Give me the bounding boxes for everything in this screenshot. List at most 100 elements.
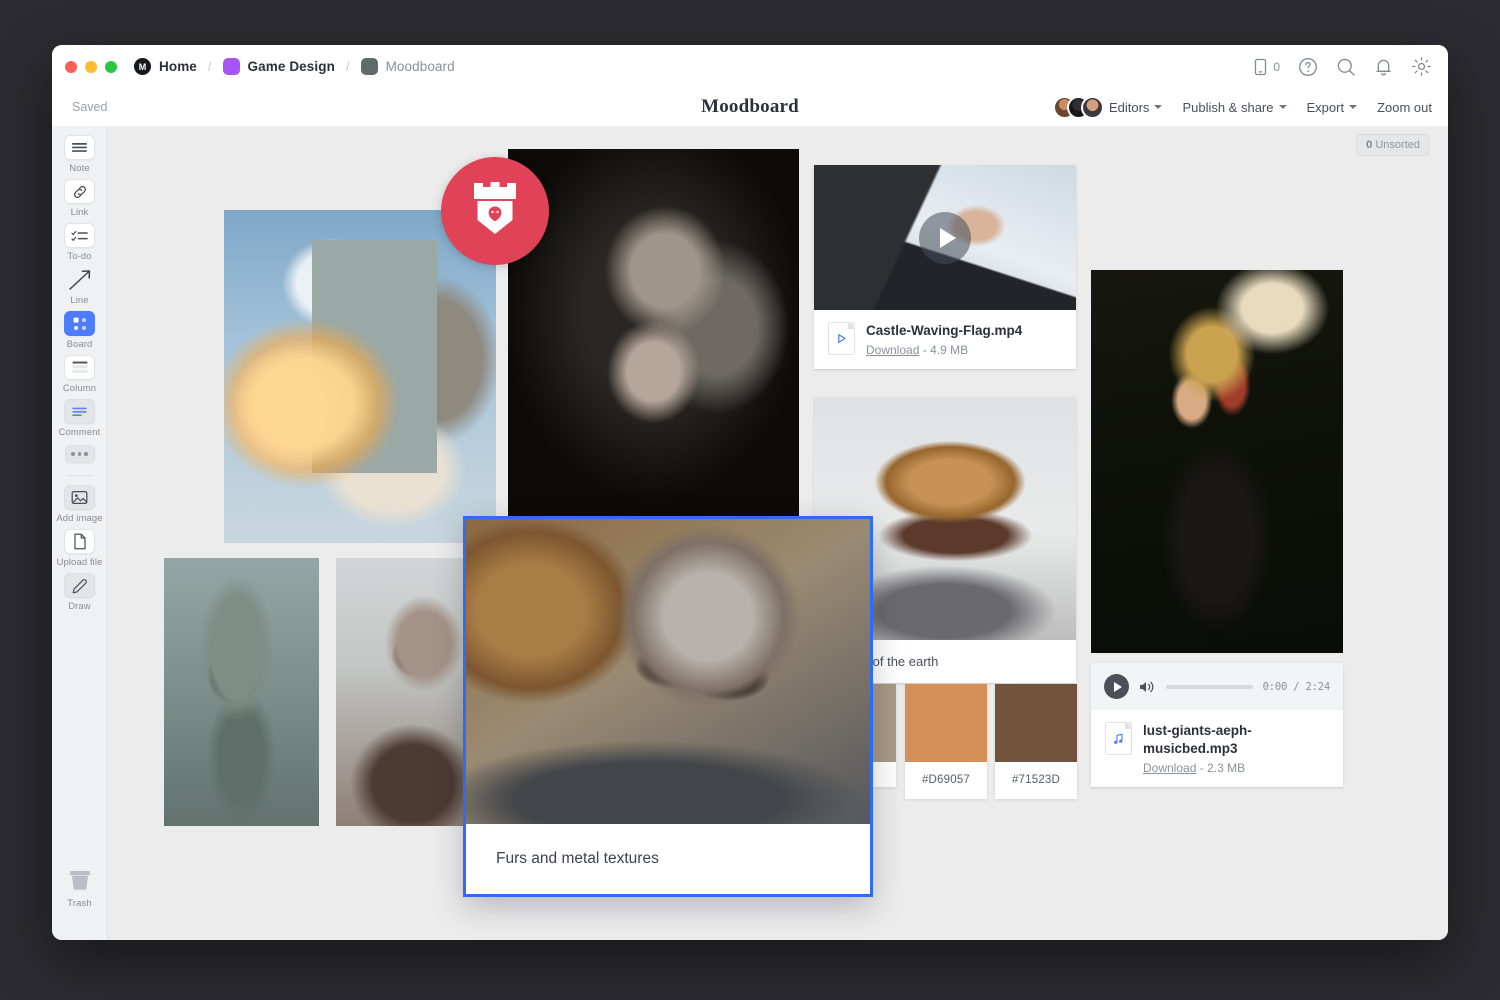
sidebar-item-comment[interactable]: Comment — [56, 399, 104, 438]
sidebar-item-upload-file[interactable]: Upload file — [56, 529, 104, 568]
avatar[interactable] — [1081, 96, 1104, 119]
board-card-warrior-woman-image[interactable] — [1091, 270, 1343, 653]
audio-play-button[interactable] — [1104, 674, 1129, 699]
zoom-out-button[interactable]: Zoom out — [1377, 100, 1432, 115]
tool-sidebar: Note Link — [52, 126, 108, 940]
slate-board-icon — [361, 58, 378, 75]
title-bar: M Home / Game Design / Moodboard 0 — [52, 45, 1448, 88]
app-window: M Home / Game Design / Moodboard 0 — [52, 45, 1448, 940]
publish-share-label: Publish & share — [1182, 100, 1273, 115]
sidebar-label-note: Note — [69, 163, 89, 174]
volume-icon[interactable] — [1139, 680, 1156, 694]
audio-time-label: 0:00 / 2:24 — [1263, 681, 1330, 693]
board-card-dragon-image[interactable] — [224, 210, 496, 543]
board-card-video[interactable]: Castle-Waving-Flag.mp4 Download - 4.9 MB — [814, 165, 1076, 369]
zoom-out-label: Zoom out — [1377, 100, 1432, 115]
sidebar-label-comment: Comment — [59, 427, 101, 438]
editor-avatars[interactable] — [1053, 96, 1095, 119]
sidebar-item-board[interactable]: Board — [56, 311, 104, 350]
board-card-blacksmith-image[interactable] — [508, 149, 799, 554]
chevron-down-icon — [1279, 105, 1287, 109]
video-file-size: 4.9 MB — [930, 343, 968, 357]
mobile-device-button[interactable]: 0 — [1253, 58, 1280, 76]
sidebar-item-column[interactable]: Column — [56, 355, 104, 394]
board-canvas[interactable]: 0 Unsorted — [108, 126, 1448, 940]
swatch-hex-3: #71523D — [995, 762, 1077, 799]
maximize-window-button[interactable] — [105, 61, 117, 73]
selected-card-image[interactable] — [466, 519, 870, 824]
swatch-hex-2: #D69057 — [905, 762, 987, 799]
breadcrumb-separator: / — [344, 59, 352, 74]
play-icon — [940, 228, 956, 248]
breadcrumb-item-home[interactable]: M Home — [134, 58, 197, 75]
window-controls[interactable] — [65, 61, 117, 73]
line-arrow-icon — [64, 267, 95, 292]
search-icon — [1336, 57, 1356, 77]
sidebar-label-trash: Trash — [67, 898, 91, 909]
note-icon — [64, 135, 95, 160]
board-card-selected-furs[interactable]: Furs and metal textures — [463, 516, 873, 897]
video-meta-separator: - — [923, 343, 927, 357]
gear-icon — [1411, 56, 1432, 77]
sidebar-item-draw[interactable]: Draw — [56, 573, 104, 612]
sidebar-item-more[interactable] — [56, 445, 104, 463]
search-button[interactable] — [1336, 57, 1356, 77]
breadcrumb-item-moodboard[interactable]: Moodboard — [361, 58, 455, 75]
selected-card-caption: Furs and metal textures — [466, 824, 870, 894]
help-button[interactable] — [1298, 57, 1318, 77]
unsorted-label: Unsorted — [1375, 139, 1420, 151]
sidebar-divider — [67, 475, 93, 476]
column-icon — [64, 355, 95, 380]
sidebar-label-board: Board — [67, 339, 93, 350]
audio-download-link[interactable]: Download — [1143, 761, 1196, 775]
workspace: Note Link — [52, 126, 1448, 940]
board-card-knight-image[interactable] — [164, 558, 319, 826]
audio-player[interactable]: 0:00 / 2:24 — [1091, 663, 1343, 710]
sidebar-item-todo[interactable]: To-do — [56, 223, 104, 262]
video-file-meta: Download - 4.9 MB — [866, 343, 1022, 357]
breadcrumb-separator: / — [206, 59, 214, 74]
sidebar-item-link[interactable]: Link — [56, 179, 104, 218]
sidebar-label-add-image: Add image — [56, 513, 102, 524]
milanote-home-icon: M — [134, 58, 151, 75]
castle-crest-badge[interactable] — [441, 157, 549, 265]
play-video-button[interactable] — [919, 212, 971, 264]
notifications-button[interactable] — [1374, 57, 1393, 77]
device-count-label: 0 — [1273, 60, 1280, 74]
export-menu[interactable]: Export — [1307, 100, 1358, 115]
settings-button[interactable] — [1411, 56, 1432, 77]
editors-menu-label: Editors — [1109, 100, 1149, 115]
sidebar-item-add-image[interactable]: Add image — [56, 485, 104, 524]
minimize-window-button[interactable] — [85, 61, 97, 73]
export-label: Export — [1307, 100, 1345, 115]
close-window-button[interactable] — [65, 61, 77, 73]
more-options-icon — [65, 445, 95, 463]
sidebar-item-trash[interactable]: Trash — [56, 865, 104, 909]
breadcrumb-item-game-design[interactable]: Game Design — [223, 58, 335, 75]
save-status: Saved — [72, 100, 107, 114]
link-icon — [64, 179, 95, 204]
audio-file-name: lust-giants-aeph-musicbed.mp3 — [1143, 722, 1329, 758]
breadcrumb-label-moodboard: Moodboard — [386, 59, 455, 74]
video-file-name: Castle-Waving-Flag.mp4 — [866, 322, 1022, 340]
audio-file-size: 2.3 MB — [1207, 761, 1245, 775]
sidebar-label-line: Line — [70, 295, 88, 306]
unsorted-badge[interactable]: 0 Unsorted — [1356, 134, 1430, 156]
board-card-swatch-2[interactable]: #D69057 — [905, 684, 987, 799]
editors-menu[interactable]: Editors — [1109, 100, 1162, 115]
board-card-audio[interactable]: 0:00 / 2:24 lust-giants-aeph-musicbed.mp… — [1091, 663, 1343, 787]
sidebar-item-line[interactable]: Line — [56, 267, 104, 306]
board-icon — [64, 311, 95, 336]
board-card-swatch-3[interactable]: #71523D — [995, 684, 1077, 799]
sidebar-item-note[interactable]: Note — [56, 135, 104, 174]
sidebar-label-todo: To-do — [67, 251, 91, 262]
comment-icon — [64, 399, 95, 424]
publish-share-menu[interactable]: Publish & share — [1182, 100, 1286, 115]
video-download-link[interactable]: Download — [866, 343, 919, 357]
video-file-info: Castle-Waving-Flag.mp4 Download - 4.9 MB — [814, 310, 1076, 369]
notifications-icon — [1374, 57, 1393, 77]
chevron-down-icon — [1349, 105, 1357, 109]
audio-progress-bar[interactable] — [1166, 685, 1253, 689]
breadcrumb-label-home: Home — [159, 59, 197, 74]
video-thumbnail[interactable] — [814, 165, 1076, 310]
